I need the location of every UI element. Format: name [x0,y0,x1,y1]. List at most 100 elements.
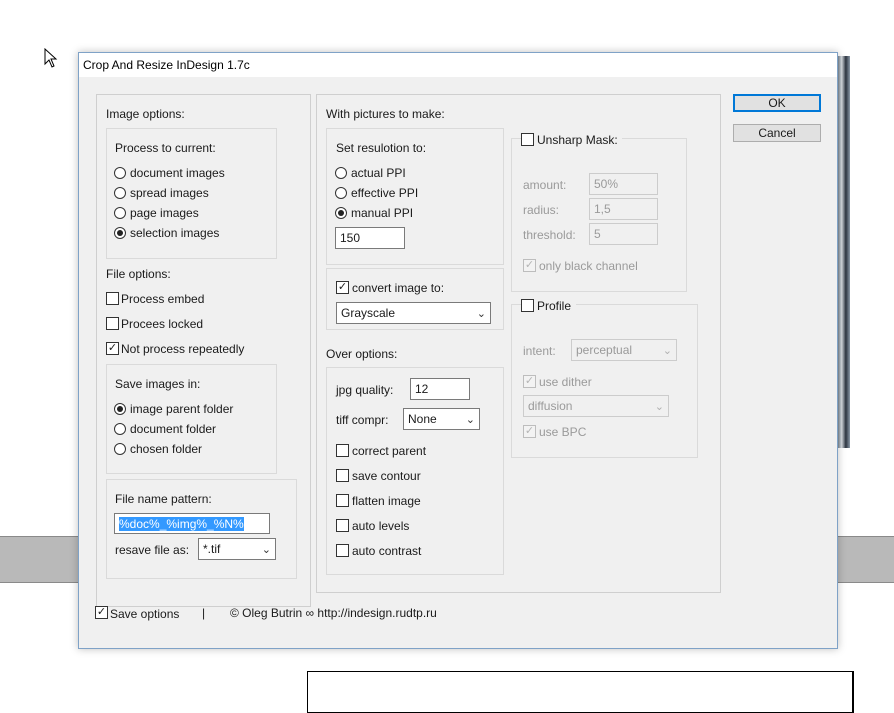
radio-label: actual PPI [351,166,406,180]
radio-label: document folder [130,422,217,436]
radio-indicator [114,423,126,435]
checkbox-label: flatten image [352,494,421,508]
check-icon: ✓ [336,281,349,294]
dither-select[interactable]: diffusion ⌄ [523,395,669,417]
dither-value: diffusion [528,399,573,413]
profile-group: Profile intent: perceptual ⌄ ✓ use dithe… [511,299,698,458]
checkbox-indicator [521,299,534,312]
footer-separator: | [202,606,206,620]
intent-value: perceptual [576,343,633,357]
ok-button[interactable]: OK [733,94,821,112]
check-icon: ✓ [523,259,536,272]
check-icon: ✓ [523,375,536,388]
checkbox-label: Save options [110,607,180,621]
file-name-heading: File name pattern: [115,492,212,506]
checkbox-indicator [106,317,119,330]
dialog-titlebar[interactable]: Crop And Resize InDesign 1.7c [79,53,837,77]
checkbox-label: Process embed [121,292,205,306]
radio-indicator [114,167,126,179]
amount-input[interactable]: 50% [589,173,658,195]
checkbox-indicator [336,544,349,557]
checkbox-unsharp-mask[interactable]: Unsharp Mask: [521,133,622,149]
checkbox-indicator [336,494,349,507]
radio-label: spread images [130,186,209,200]
jpg-quality-input[interactable]: 12 [410,378,470,400]
threshold-label: threshold: [523,228,576,242]
tiff-compression-select[interactable]: None ⌄ [403,408,480,430]
background-toolbar-left [0,536,80,583]
radio-label: document images [130,166,225,180]
mouse-pointer-icon [44,48,58,68]
copyright-text: © Oleg Butrin ∞ http://indesign.rudtp.ru [230,606,437,620]
radio-indicator [114,227,126,239]
check-icon: ✓ [95,606,108,619]
tiff-compression-value: None [408,412,437,426]
radio-indicator [335,187,347,199]
resave-format-select[interactable]: *.tif ⌄ [198,538,276,560]
chevron-down-icon: ⌄ [476,308,486,320]
over-options-group: jpg quality: 12 tiff compr: None ⌄ corre… [326,367,504,575]
image-options-panel: Image options: Process to current: docum… [96,94,311,607]
file-name-pattern-text: %doc%_%img%_%N% [119,517,244,531]
pictures-heading: With pictures to make: [326,107,445,121]
background-page-frame [307,671,854,713]
radio-label: page images [130,206,199,220]
chevron-down-icon: ⌄ [465,414,475,426]
check-icon: ✓ [523,425,536,438]
unsharp-mask-group: Unsharp Mask: amount: 50% radius: 1,5 th… [511,133,687,292]
checkbox-indicator [106,292,119,305]
background-image-strip [836,56,850,448]
radio-label: manual PPI [351,206,414,220]
pictures-panel: With pictures to make: Set resulotion to… [316,94,721,593]
radio-label: chosen folder [130,442,203,456]
amount-label: amount: [523,178,567,192]
checkbox-label: convert image to: [352,281,445,295]
checkbox-indicator [336,469,349,482]
tiff-compression-label: tiff compr: [336,413,389,427]
radio-indicator [114,207,126,219]
checkbox-indicator [336,444,349,457]
file-options-heading: File options: [106,267,171,281]
jpg-quality-label: jpg quality: [336,383,394,397]
resave-label: resave file as: [115,543,190,557]
checkbox-label: only black channel [539,259,638,273]
radio-indicator [335,207,347,219]
checkbox-label: save contour [352,469,421,483]
checkbox-label: Procees locked [121,317,204,331]
checkbox-label: auto contrast [352,544,422,558]
threshold-input[interactable]: 5 [589,223,658,245]
radio-label: image parent folder [130,402,234,416]
radius-value: 1,5 [594,202,611,216]
resolution-group: Set resulotion to: actual PPI effective … [326,128,504,265]
convert-mode-value: Grayscale [341,306,396,320]
convert-group: ✓ convert image to: Grayscale ⌄ [326,268,504,330]
threshold-value: 5 [594,227,601,241]
checkbox-indicator [336,519,349,532]
chevron-down-icon: ⌄ [654,401,664,413]
chevron-down-icon: ⌄ [662,345,672,357]
radio-indicator [335,167,347,179]
checkbox-label: Unsharp Mask: [537,133,618,147]
process-current-heading: Process to current: [115,141,216,155]
chevron-down-icon: ⌄ [261,544,271,556]
cancel-button[interactable]: Cancel [733,124,821,142]
intent-select[interactable]: perceptual ⌄ [571,339,677,361]
checkbox-label: auto levels [352,519,410,533]
checkbox-label: correct parent [352,444,427,458]
jpg-quality-value: 12 [415,382,429,396]
intent-label: intent: [523,344,556,358]
resave-format-value: *.tif [203,542,221,556]
convert-mode-select[interactable]: Grayscale ⌄ [336,302,491,324]
checkbox-label: use BPC [539,425,587,439]
resolution-heading: Set resulotion to: [336,141,427,155]
radius-input[interactable]: 1,5 [589,198,658,220]
checkbox-profile[interactable]: Profile [521,299,576,315]
checkbox-indicator [521,133,534,146]
file-name-pattern-input[interactable]: %doc%_%img%_%N% [114,513,270,534]
file-name-group: File name pattern: %doc%_%img%_%N% resav… [106,479,297,579]
save-images-group: Save images in: image parent folder docu… [106,364,277,474]
check-icon: ✓ [106,342,119,355]
crop-resize-dialog: Crop And Resize InDesign 1.7c Image opti… [78,52,838,649]
manual-ppi-input[interactable]: 150 [335,227,405,249]
radius-label: radius: [523,203,560,217]
